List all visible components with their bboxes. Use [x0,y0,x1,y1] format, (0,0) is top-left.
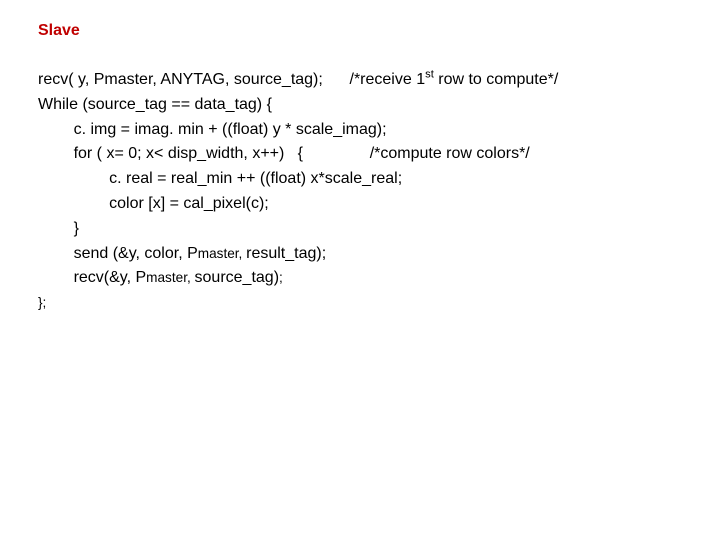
code-line-7: } [38,220,79,237]
code-line-8-small: master, [198,246,246,261]
code-line-1a: recv( y, Pmaster, ANYTAG, source_tag); /… [38,71,425,88]
code-line-9-small: master, [146,270,194,285]
code-block: recv( y, Pmaster, ANYTAG, source_tag); /… [38,68,682,316]
code-line-4: for ( x= 0; x< disp_width, x++) { /*comp… [38,145,530,162]
code-line-8a: send (&y, color, P [38,245,198,262]
code-line-3: c. img = imag. min + ((float) y * scale_… [38,121,387,138]
slide-heading: Slave [38,22,682,40]
code-line-9b: source_tag) [195,269,280,286]
code-line-8b: result_tag); [246,245,326,262]
code-line-5: c. real = real_min ++ ((float) x*scale_r… [38,170,402,187]
code-line-1b: row to compute*/ [434,71,559,88]
code-line-2: While (source_tag == data_tag) { [38,96,272,113]
code-line-10: }; [38,295,46,310]
slide-container: Slave recv( y, Pmaster, ANYTAG, source_t… [0,0,720,338]
superscript-st: st [425,69,434,81]
code-line-6: color [x] = cal_pixel(c); [38,195,269,212]
code-line-9-small2: ; [279,270,283,285]
code-line-9a: recv(&y, P [38,269,146,286]
